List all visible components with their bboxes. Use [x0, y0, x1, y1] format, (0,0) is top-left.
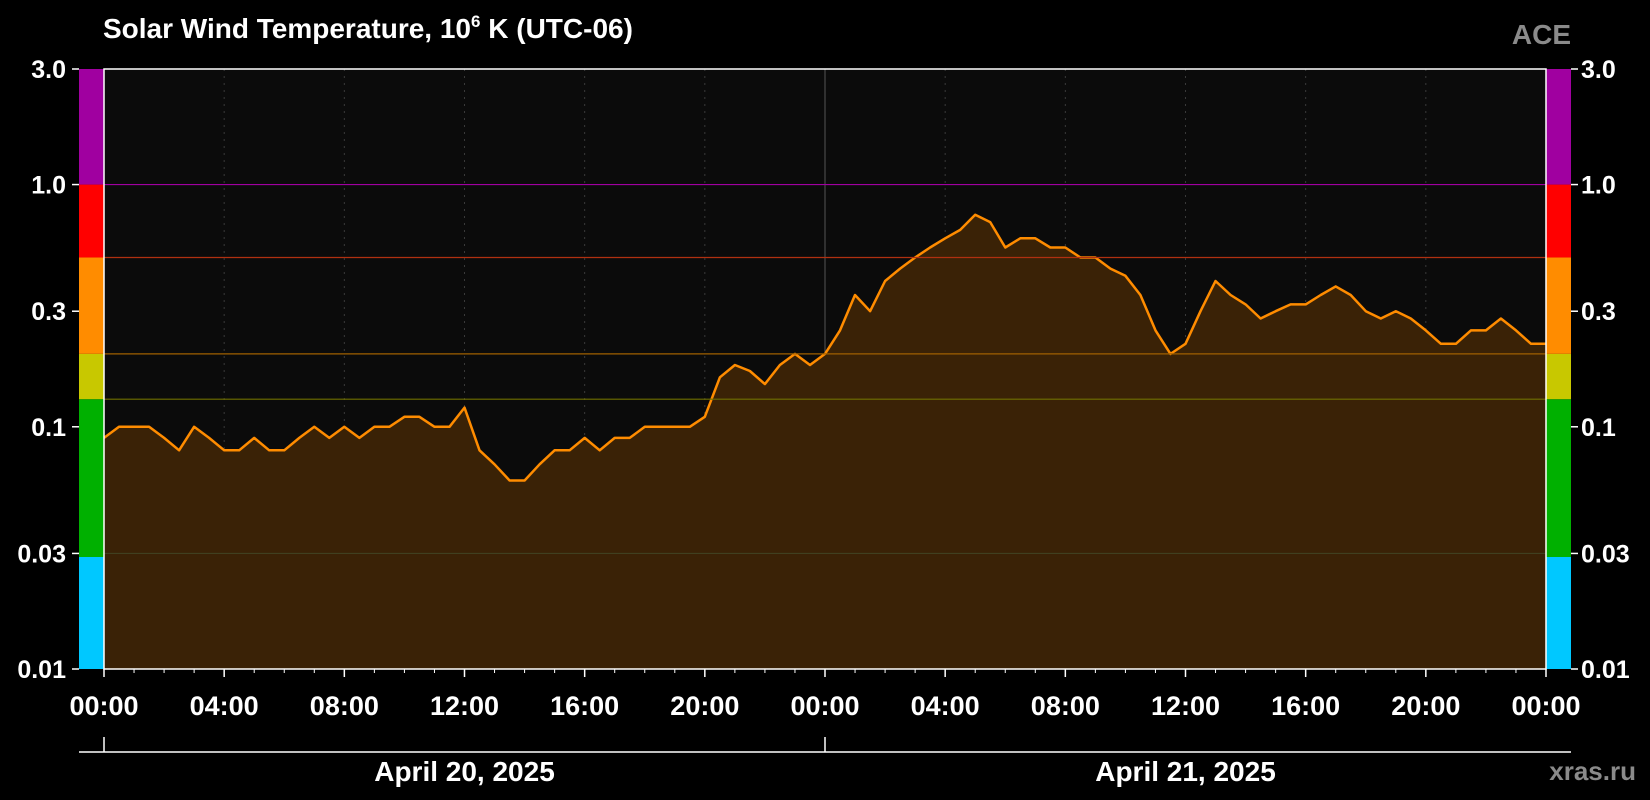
- y-tick-label-right: 1.0: [1581, 172, 1616, 200]
- y-tick-label-left: 0.3: [31, 298, 66, 326]
- chart-title-main: Solar Wind Temperature, 10: [103, 13, 471, 44]
- y-tick-label-right: 0.01: [1581, 656, 1630, 684]
- instrument-label: ACE: [1512, 19, 1571, 50]
- chart-title-exponent: 6: [471, 12, 480, 31]
- level-band-right: [1546, 399, 1571, 557]
- y-tick-label-right: 0.1: [1581, 414, 1616, 442]
- x-tick-label: 08:00: [310, 691, 379, 721]
- x-tick-label: 04:00: [190, 691, 259, 721]
- level-band-left: [79, 69, 104, 185]
- x-axis-tick-labels: 00:00 04:00 08:00 12:00 16:00 20:00 00:00 04:00…: [69, 669, 1581, 721]
- level-band-right: [1546, 353, 1571, 400]
- x-tick-label: 16:00: [1271, 691, 1340, 721]
- date-axis: April 20, 2025 April 21, 2025: [79, 737, 1571, 787]
- chart-title-rest: K (UTC-06): [480, 13, 632, 44]
- x-tick-label: 20:00: [670, 691, 739, 721]
- y-tick-label-left: 3.0: [31, 56, 66, 84]
- level-band-left: [79, 399, 104, 557]
- level-band-right: [1546, 184, 1571, 258]
- level-band-left: [79, 184, 104, 258]
- date-label: April 20, 2025: [374, 756, 555, 787]
- x-tick-label: 12:00: [1151, 691, 1220, 721]
- level-band-right: [1546, 69, 1571, 185]
- y-tick-label-left: 0.03: [17, 540, 66, 568]
- level-band-left: [79, 556, 104, 669]
- x-tick-label: 20:00: [1391, 691, 1460, 721]
- y-tick-label-left: 0.01: [17, 656, 66, 684]
- level-band-left: [79, 257, 104, 354]
- x-tick-label: 04:00: [911, 691, 980, 721]
- watermark-text: xras.ru: [1549, 756, 1636, 786]
- level-band-right: [1546, 556, 1571, 669]
- x-tick-label: 16:00: [550, 691, 619, 721]
- x-tick-label: 12:00: [430, 691, 499, 721]
- level-band-right: [1546, 257, 1571, 354]
- x-tick-label: 00:00: [69, 691, 138, 721]
- x-tick-label: 00:00: [790, 691, 859, 721]
- x-tick-label: 00:00: [1511, 691, 1580, 721]
- y-tick-label-right: 3.0: [1581, 56, 1616, 84]
- x-tick-label: 08:00: [1031, 691, 1100, 721]
- date-label: April 21, 2025: [1095, 756, 1276, 787]
- y-tick-label-right: 0.3: [1581, 298, 1616, 326]
- y-tick-label-left: 0.1: [31, 414, 66, 442]
- y-tick-label-right: 0.03: [1581, 540, 1630, 568]
- chart-title: Solar Wind Temperature, 106 K (UTC-06): [103, 12, 633, 44]
- level-band-left: [79, 353, 104, 400]
- solar-wind-temperature-chart: Solar Wind Temperature, 106 K (UTC-06) A…: [17, 12, 1636, 787]
- y-tick-label-left: 1.0: [31, 172, 66, 200]
